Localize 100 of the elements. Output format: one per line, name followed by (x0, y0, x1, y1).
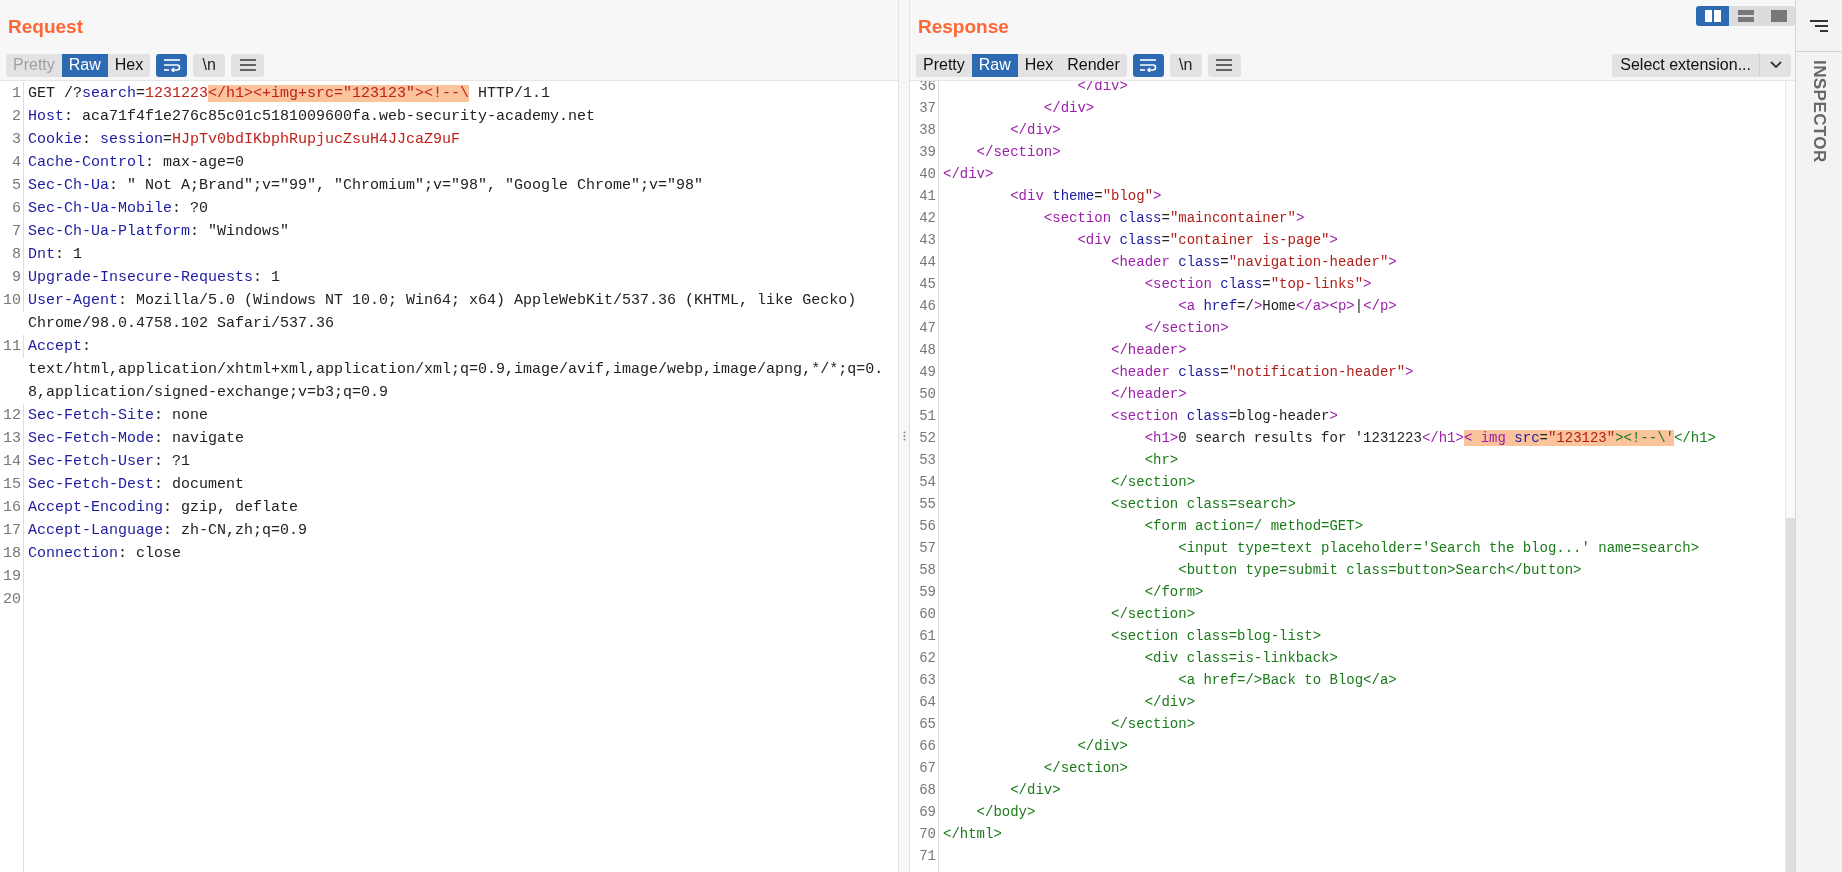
line-number: 7 (12, 222, 21, 242)
line-number: 58 (919, 561, 936, 580)
code-line: <a href=/>Back to Blog</a> (1177, 671, 1397, 690)
square-icon (1770, 10, 1787, 22)
line-number: 40 (919, 165, 936, 184)
line-number: 47 (919, 319, 936, 338)
scrollbar-thumb[interactable] (1786, 518, 1795, 872)
layout-button[interactable] (1696, 6, 1729, 26)
code-line: </section> (1110, 715, 1196, 734)
code-line: Accept: text/html,application/xhtml+xml,application/xml;q=0.9,image/avif,image/webp,image/apng,*/*;q=0.8,application/signed-exchange;v=b3;q=0.9 (28, 337, 885, 403)
code-line: </div> (1009, 121, 1061, 140)
code-line: </div> (1076, 737, 1128, 756)
code-line: Sec-Fetch-Site: none (28, 406, 209, 426)
code-line: <div theme="blog"> (1009, 187, 1162, 206)
line-number: 64 (919, 693, 936, 712)
line-number: 57 (919, 539, 936, 558)
line-number: 48 (919, 341, 936, 360)
line-number: 53 (919, 451, 936, 470)
code-line: <section class=search> (1110, 495, 1296, 514)
line-number: 59 (919, 583, 936, 602)
code-line: </header> (1110, 385, 1187, 404)
line-number: 2 (12, 107, 21, 127)
line-number: 63 (919, 671, 936, 690)
view-tab[interactable]: Raw (61, 53, 108, 77)
code-line: <section class="maincontainer"> (1042, 209, 1305, 228)
newline-button[interactable]: \n (193, 53, 226, 77)
line-number: 55 (919, 495, 936, 514)
code-line: <section class=blog-header> (1110, 407, 1338, 426)
pane-title: Response (917, 14, 1009, 39)
line-number: 51 (919, 407, 936, 426)
code-line: Accept-Language: zh-CN,zh;q=0.9 (28, 521, 308, 541)
code-line: Sec-Ch-Ua-Platform: "Windows" (28, 222, 290, 242)
view-tab[interactable]: Pretty (916, 53, 972, 77)
line-number: 10 (3, 291, 21, 311)
line-number: 19 (3, 567, 21, 587)
layout-button[interactable] (1762, 6, 1795, 26)
code-line: </section> (1110, 473, 1196, 492)
code-line: <section class="top-links"> (1143, 275, 1372, 294)
line-number: 9 (12, 268, 21, 288)
code-line: </div> (1143, 693, 1196, 712)
view-tab[interactable]: Render (1060, 53, 1127, 77)
pane-title: Request (7, 14, 83, 39)
line-number: 41 (919, 187, 936, 206)
menu-button[interactable] (231, 53, 265, 77)
lines-icon[interactable] (1810, 18, 1828, 33)
wrap-button[interactable] (156, 53, 188, 77)
code-line: Host: aca71f4f1e276c85c01c5181009600fa.web-security-academy.net (28, 107, 596, 127)
menu-button[interactable] (1207, 53, 1241, 77)
inspector-tab[interactable]: INSPECTOR (1806, 60, 1832, 163)
line-number: 60 (919, 605, 936, 624)
line-number: 49 (919, 363, 936, 382)
line-number: 39 (919, 143, 936, 162)
code-line: <header class="notification-header"> (1110, 363, 1414, 382)
code-line: Sec-Fetch-Dest: document (28, 475, 245, 495)
line-number: 13 (3, 429, 21, 449)
line-number: 4 (12, 153, 21, 173)
line-number: 65 (919, 715, 936, 734)
extension-dropdown[interactable]: Select extension... (1612, 53, 1791, 77)
line-number: 61 (919, 627, 936, 646)
code-line: User-Agent: Mozilla/5.0 (Windows NT 10.0; Win64; x64) AppleWebKit/537.36 (KHTML, like Gecko) Chrome/98.0.4758.102 Safari/537.36 (28, 291, 858, 334)
view-tab[interactable]: Raw (971, 53, 1018, 77)
layout-button[interactable] (1729, 6, 1762, 26)
code-line: Sec-Fetch-User: ?1 (28, 452, 191, 472)
line-number: 14 (3, 452, 21, 472)
line-number: 1 (12, 84, 21, 104)
code-line: </header> (1110, 341, 1187, 360)
menu-icon (239, 59, 256, 71)
drag-handle-icon[interactable] (902, 431, 906, 441)
code-line: <hr> (1143, 451, 1179, 470)
code-line: Cache-Control: max-age=0 (28, 153, 245, 173)
line-number: 50 (919, 385, 936, 404)
line-number: 15 (3, 475, 21, 495)
line-number: 12 (3, 406, 21, 426)
wrap-icon (1139, 58, 1158, 72)
view-tab[interactable]: Hex (107, 53, 151, 77)
view-tab[interactable]: Hex (1017, 53, 1061, 77)
line-number: 6 (12, 199, 21, 219)
code-line: </body> (975, 803, 1036, 822)
menu-icon (1216, 59, 1233, 71)
code-line: </div> (1009, 781, 1061, 800)
line-number: 43 (919, 231, 936, 250)
code-line: Cookie: session=HJpTv0bdIKbphRupjucZsuH4JJcaZ9uF (28, 130, 461, 150)
newline-button[interactable]: \n (1169, 53, 1202, 77)
wrap-icon (162, 58, 181, 72)
line-number: 3 (12, 130, 21, 150)
code-line: Accept-Encoding: gzip, deflate (28, 498, 299, 518)
code-line: </form> (1143, 583, 1204, 602)
line-number: 17 (3, 521, 21, 541)
line-number: 68 (919, 781, 936, 800)
line-number: 18 (3, 544, 21, 564)
code-line: </html> (943, 825, 1002, 844)
code-line: Sec-Ch-Ua-Mobile: ?0 (28, 199, 209, 219)
wrap-button[interactable] (1132, 53, 1164, 77)
code-line: Sec-Ch-Ua: " Not A;Brand";v="99", "Chromium";v="98", "Google Chrome";v="98" (28, 176, 704, 196)
code-line: GET /?search=1231223</h1><+img+src="123123"><!--\ HTTP/1.1 (28, 84, 551, 104)
code-line: </section> (975, 143, 1061, 162)
line-number: 66 (919, 737, 936, 756)
line-number: 71 (919, 847, 936, 866)
code-line: <section class=blog-list> (1110, 627, 1322, 646)
line-number: 11 (3, 337, 21, 357)
